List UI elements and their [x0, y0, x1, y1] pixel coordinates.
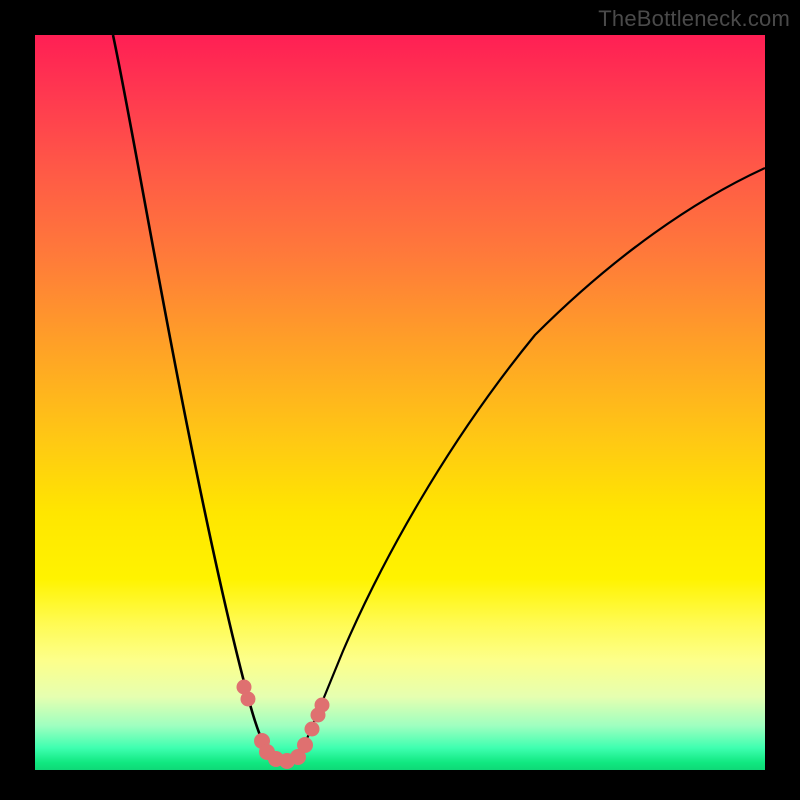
chart-frame: TheBottleneck.com	[0, 0, 800, 800]
dot	[241, 692, 256, 707]
plot-area	[35, 35, 765, 770]
left-curve	[113, 35, 270, 755]
dot	[315, 698, 330, 713]
watermark-label: TheBottleneck.com	[598, 6, 790, 32]
bottom-dots-group	[237, 680, 330, 770]
chart-svg	[35, 35, 765, 770]
right-curve	[300, 168, 765, 755]
dot	[297, 737, 313, 753]
dot	[305, 722, 320, 737]
